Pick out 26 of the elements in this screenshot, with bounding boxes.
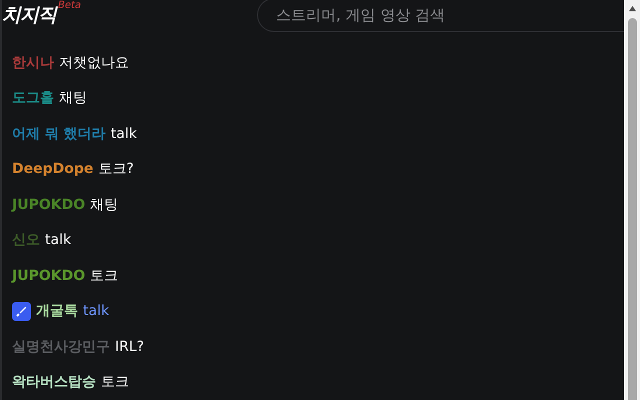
chat-message: 토크 (90, 266, 118, 285)
chat-message: IRL? (115, 338, 144, 355)
chat-username[interactable]: 왁타버스탑승 (12, 373, 96, 392)
chat-username[interactable]: 한시나 (12, 54, 54, 72)
chat-message: 토크 (101, 373, 129, 392)
chat-username[interactable]: 실명천사강민구 (12, 338, 110, 356)
chat-message: 채팅 (59, 89, 87, 108)
chat-username[interactable]: 개굴톡 (36, 302, 78, 320)
chat-message: 저챗없나요 (59, 54, 129, 72)
scrollbar[interactable] (624, 0, 640, 400)
chat-username[interactable]: JUPOKDO (12, 196, 86, 213)
chat-message: talk (45, 232, 72, 248)
chat-username[interactable]: JUPOKDO (12, 268, 86, 284)
chat-message: talk (83, 303, 110, 320)
scrollbar-thumb[interactable] (628, 18, 636, 400)
scroll-up-icon[interactable] (628, 5, 636, 12)
chat-username[interactable]: 도그홀 (12, 89, 54, 108)
logo[interactable]: 치지직 (2, 2, 56, 28)
chat-username[interactable]: DeepDope (12, 161, 94, 178)
chat-message: 토크? (98, 160, 134, 178)
beta-label: Beta (58, 0, 82, 11)
chat-username[interactable]: 신오 (12, 231, 40, 250)
chat-message: 채팅 (90, 196, 118, 214)
chat-username[interactable]: 어제 뭐 했더라 (12, 124, 106, 143)
search-field[interactable]: 스트리머, 게임 영상 검색 (257, 0, 624, 32)
chat-message: talk (110, 126, 137, 142)
